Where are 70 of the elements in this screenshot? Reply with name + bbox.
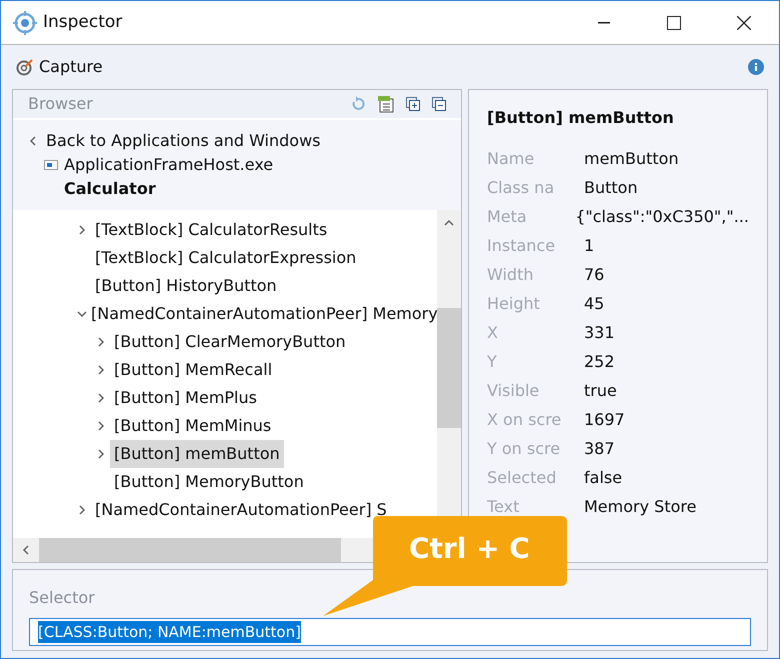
property-value: 45 [584, 292, 604, 314]
chevron-icon[interactable] [28, 136, 38, 146]
minimize-icon [598, 22, 610, 24]
property-name: X [487, 322, 499, 344]
process-name: ApplicationFrameHost.exe [64, 154, 274, 176]
expand-all-icon[interactable] [406, 97, 420, 111]
tree-item[interactable]: [Button] memButton [110, 440, 284, 468]
property-name: Class na [487, 176, 556, 198]
tree-item[interactable]: [NamedContainerAutomationPeer] Memory [87, 300, 437, 328]
target-icon[interactable] [16, 58, 34, 76]
chevron-icon[interactable] [77, 225, 87, 235]
property-value: 76 [584, 264, 604, 286]
crosshair-icon [13, 10, 37, 34]
scroll-thumb[interactable] [39, 538, 341, 562]
property-value: Button [584, 176, 638, 198]
property-value: 331 [584, 322, 615, 344]
property-value: 387 [584, 438, 615, 460]
chevron-icon[interactable] [96, 421, 106, 431]
property-name: Meta [487, 206, 528, 228]
property-value: Memory Store [584, 496, 696, 518]
chevron-icon[interactable] [77, 505, 87, 515]
maximize-icon [667, 16, 681, 30]
callout-text: Ctrl + C [409, 531, 530, 567]
tree-item[interactable]: [Button] MemoryButton [110, 468, 308, 496]
collapse-all-icon[interactable] [432, 97, 446, 111]
property-value: false [584, 466, 622, 488]
property-name: X on scre [487, 408, 562, 430]
tree-item[interactable]: [NamedContainerAutomationPeer] S [91, 496, 391, 524]
capture-button[interactable]: Capture [39, 55, 103, 79]
scroll-thumb[interactable] [437, 308, 461, 428]
chevron-icon[interactable] [77, 309, 87, 319]
properties-title: [Button] memButton [487, 107, 675, 129]
property-name: Width [487, 264, 534, 286]
window-title: Inspector [43, 10, 122, 34]
tree-item[interactable]: [Button] MemPlus [110, 384, 261, 412]
window-icon [44, 160, 58, 170]
document-icon[interactable] [378, 96, 394, 112]
app-name: Calculator [63, 178, 157, 200]
property-name: Height [487, 292, 541, 314]
chevron-icon[interactable] [21, 545, 31, 555]
chevron-icon[interactable] [96, 449, 106, 459]
back-link[interactable]: Back to Applications and Windows [28, 129, 446, 153]
property-value: {"class":"0xC350","... [575, 206, 749, 228]
property-value: 1697 [584, 408, 625, 430]
property-name: Y on scre [487, 438, 562, 460]
property-value: 1 [584, 234, 594, 256]
property-value: true [584, 380, 617, 402]
property-name: Instance [487, 234, 556, 256]
panel-title: Browser [28, 93, 93, 115]
property-value: 252 [584, 350, 615, 372]
tree-item[interactable]: [TextBlock] CalculatorExpression [91, 244, 360, 272]
chevron-icon[interactable] [96, 393, 106, 403]
tree-item[interactable]: [TextBlock] CalculatorResults [91, 216, 332, 244]
chevron-icon[interactable] [96, 337, 106, 347]
selector-field[interactable]: [CLASS:Button; NAME:memButton] [29, 618, 751, 646]
property-value: memButton [584, 148, 679, 170]
close-icon [737, 16, 751, 30]
tree-item[interactable]: [Button] MemRecall [110, 356, 276, 384]
info-icon[interactable] [748, 59, 764, 75]
property-name: Y [487, 350, 498, 372]
property-name: Text [487, 496, 520, 518]
tree-item[interactable]: [Button] HistoryButton [91, 272, 281, 300]
selector-label: Selector [29, 587, 96, 609]
property-name: Visible [487, 380, 540, 402]
chevron-icon[interactable] [96, 365, 106, 375]
property-name: Selected [487, 466, 558, 488]
chevron-icon[interactable] [444, 218, 454, 228]
tree-item[interactable]: [Button] MemMinus [110, 412, 276, 440]
tree-item[interactable]: [Button] ClearMemoryButton [110, 328, 350, 356]
property-name: Name [487, 148, 536, 170]
